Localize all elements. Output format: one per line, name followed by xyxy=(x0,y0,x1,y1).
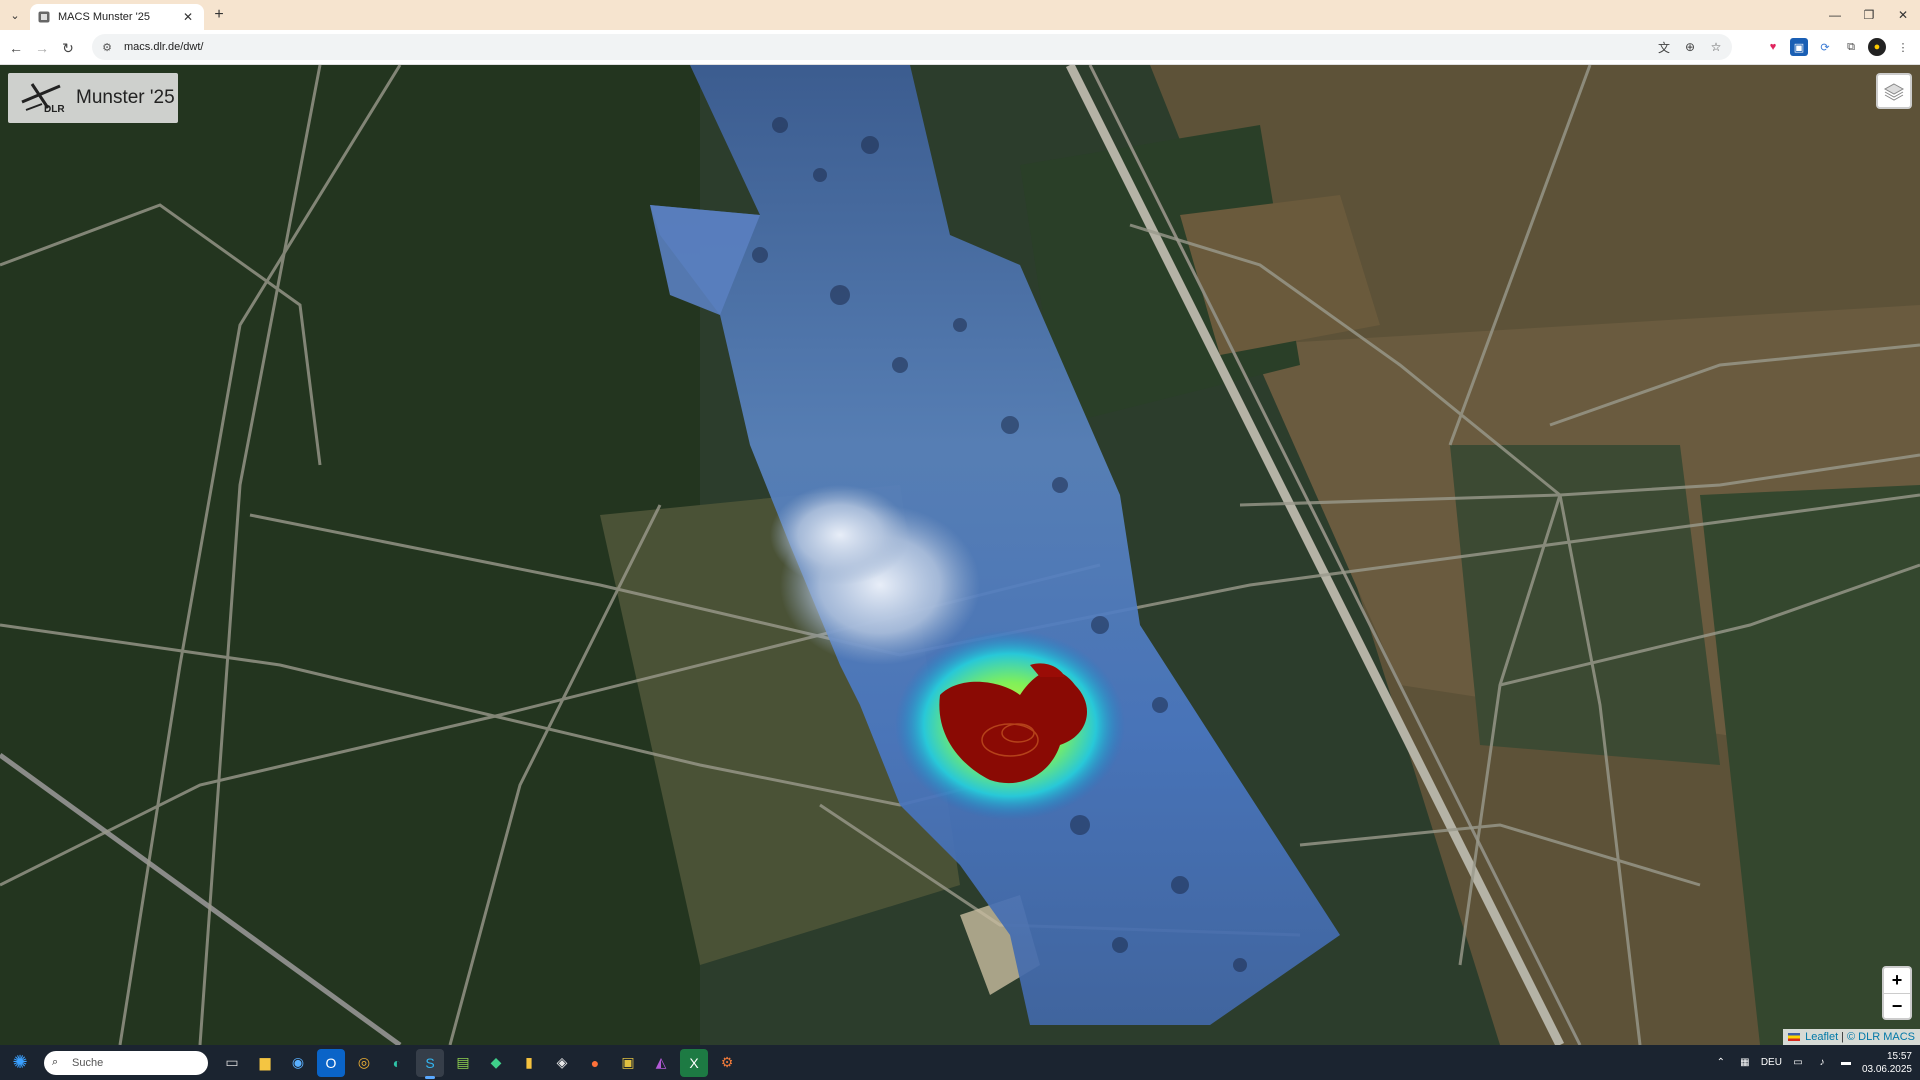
excel-icon[interactable]: X xyxy=(680,1048,708,1077)
sync-extension-icon[interactable]: ⟳ xyxy=(1816,38,1834,56)
attribution-separator: | xyxy=(1841,1031,1844,1043)
tab-title: MACS Munster '25 xyxy=(58,11,150,23)
leaflet-flag-icon xyxy=(1788,1033,1801,1041)
close-window-icon[interactable]: ✕ xyxy=(1886,0,1920,30)
settings-gear-icon[interactable]: ⚙ xyxy=(713,1049,741,1077)
bookmark-star-icon[interactable]: ☆ xyxy=(1706,37,1726,57)
address-bar[interactable]: ⚙ macs.dlr.de/dwt/ 文 ⊕ ☆ xyxy=(92,34,1732,60)
pocket-icon[interactable]: ♥ xyxy=(1764,38,1782,56)
leaflet-link[interactable]: Leaflet xyxy=(1805,1031,1838,1043)
image-app-icon[interactable]: ▣ xyxy=(614,1049,642,1077)
layers-control-icon[interactable] xyxy=(1876,73,1912,109)
tray-chevron-icon[interactable]: ⌃ xyxy=(1713,1055,1729,1071)
start-icon[interactable]: ✺ xyxy=(0,1045,40,1080)
clock[interactable]: 15:57 03.06.2025 xyxy=(1862,1050,1912,1076)
firefox-icon[interactable]: ● xyxy=(581,1049,609,1077)
search-placeholder: Suche xyxy=(72,1056,104,1069)
volume-icon[interactable]: ♪ xyxy=(1814,1055,1830,1071)
tab-close-icon[interactable]: ✕ xyxy=(180,9,196,25)
satellite-basemap xyxy=(0,65,1920,1045)
browser-menu-icon[interactable]: ⋮ xyxy=(1894,38,1912,56)
battery-icon[interactable]: ▬ xyxy=(1838,1055,1854,1071)
minimize-icon[interactable]: — xyxy=(1818,0,1852,30)
green-app-icon[interactable]: ◆ xyxy=(482,1049,510,1077)
zoom-control: + − xyxy=(1882,966,1912,1020)
yellow-file-icon[interactable]: ▮ xyxy=(515,1049,543,1077)
tab-strip: ⌄ MACS Munster '25 ✕ + — ❐ ✕ xyxy=(0,0,1920,30)
clock-time: 15:57 xyxy=(1886,1050,1912,1062)
notepad-plus-icon[interactable]: ▤ xyxy=(449,1049,477,1077)
reload-icon[interactable]: ↻ xyxy=(58,38,78,58)
attribution-credit[interactable]: © DLR MACS xyxy=(1847,1031,1915,1043)
window-controls: — ❐ ✕ xyxy=(1818,0,1920,30)
dark-app-icon[interactable]: ◈ xyxy=(548,1049,576,1077)
language-indicator[interactable]: DEU xyxy=(1761,1057,1782,1068)
dlr-logo-text: DLR xyxy=(44,104,65,115)
site-info-icon[interactable]: ⚙ xyxy=(98,38,116,56)
app-title: Munster '25 xyxy=(76,87,175,108)
map-view[interactable]: DLR Munster '25 + − Leaflet | © DLR MACS xyxy=(0,65,1920,1045)
profile-avatar[interactable]: ● xyxy=(1868,38,1886,56)
url-text[interactable]: macs.dlr.de/dwt/ xyxy=(124,41,203,53)
tab-favicon-icon xyxy=(38,11,50,23)
clock-date: 03.06.2025 xyxy=(1861,1063,1912,1075)
file-explorer-icon[interactable]: ▆ xyxy=(251,1049,279,1077)
browser-toolbar: ← → ↻ ⚙ macs.dlr.de/dwt/ 文 ⊕ ☆ ♥ ▣ ⟳ ⧉ ●… xyxy=(0,30,1920,65)
search-icon: ⌕ xyxy=(52,1056,59,1068)
outlook-icon[interactable]: O xyxy=(317,1048,345,1077)
skype-icon[interactable]: S xyxy=(416,1048,444,1079)
back-icon[interactable]: ← xyxy=(6,38,26,58)
tray-app-icon[interactable]: ▦ xyxy=(1737,1055,1753,1071)
forward-icon[interactable]: → xyxy=(32,38,52,58)
dlr-logo: DLR xyxy=(18,78,65,118)
globe-app-icon[interactable]: ◉ xyxy=(284,1049,312,1077)
extension-badge-icon[interactable]: ▣ xyxy=(1790,38,1808,56)
tab-search-chevron-icon[interactable]: ⌄ xyxy=(4,5,26,25)
taskbar: ✺ ⌕ Suche ▭ ▆ ◉ O ◎ ◐ S ▤ ◆ ▮ ◈ ● ▣ ◭ X … xyxy=(0,1045,1920,1080)
network-icon[interactable]: ▭ xyxy=(1790,1055,1806,1071)
task-view-icon[interactable]: ▭ xyxy=(218,1049,246,1077)
zoom-in-button[interactable]: + xyxy=(1884,968,1910,993)
zoom-icon[interactable]: ⊕ xyxy=(1680,37,1700,57)
new-tab-icon[interactable]: + xyxy=(210,6,228,24)
system-tray: ⌃ ▦ DEU ▭ ♪ ▬ 15:57 03.06.2025 xyxy=(1713,1045,1912,1080)
chrome-icon[interactable]: ◎ xyxy=(350,1049,378,1077)
restore-icon[interactable]: ❐ xyxy=(1852,0,1886,30)
browser-tab[interactable]: MACS Munster '25 ✕ xyxy=(30,4,204,30)
purple-app-icon[interactable]: ◭ xyxy=(647,1049,675,1077)
translate-icon[interactable]: 文 xyxy=(1654,37,1674,57)
zoom-out-button[interactable]: − xyxy=(1884,993,1910,1018)
map-attribution: Leaflet | © DLR MACS xyxy=(1783,1029,1920,1045)
taskbar-search[interactable]: ⌕ Suche xyxy=(44,1050,208,1075)
taskbar-apps: ▭ ▆ ◉ O ◎ ◐ S ▤ ◆ ▮ ◈ ● ▣ ◭ X ⚙ xyxy=(218,1048,741,1079)
edge-icon[interactable]: ◐ xyxy=(383,1049,411,1077)
dlr-brand-panel: DLR Munster '25 xyxy=(8,73,178,123)
extensions-puzzle-icon[interactable]: ⧉ xyxy=(1842,38,1860,56)
